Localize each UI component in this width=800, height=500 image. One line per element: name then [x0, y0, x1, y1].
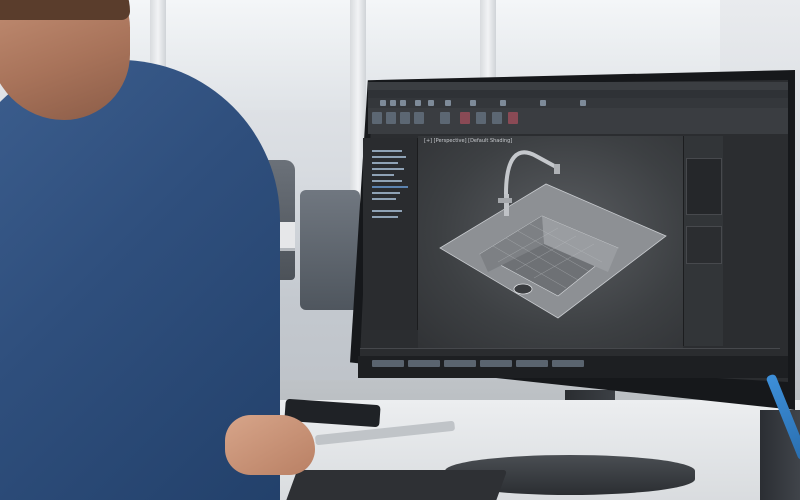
ribbon-tool-icon — [476, 112, 486, 124]
scene-explorer-panel — [363, 138, 418, 330]
command-panel-list — [686, 158, 722, 215]
scene-tree-item — [372, 198, 396, 200]
toolbar-tool-icon — [400, 100, 406, 106]
app-titlebar — [368, 82, 788, 90]
scene-tree-item — [372, 216, 398, 218]
ribbon-tool-icon — [508, 112, 518, 124]
scene-tree-item — [372, 186, 408, 188]
ribbon-tool-icon — [414, 112, 424, 124]
scene-tree-item — [372, 174, 394, 176]
toolbar-tool-icon — [428, 100, 434, 106]
command-panel-rollout — [686, 226, 722, 264]
right-side-panel — [723, 136, 783, 346]
taskbar-item — [516, 360, 548, 367]
toolbar-tool-icon — [540, 100, 546, 106]
scene-tree-item — [372, 180, 402, 182]
keyboard — [282, 470, 508, 500]
taskbar-item — [480, 360, 512, 367]
toolbar-tool-icon — [415, 100, 421, 106]
ribbon-tool-icon — [386, 112, 396, 124]
background-office-chair — [300, 190, 360, 310]
scene-tree-item — [372, 168, 404, 170]
ribbon-tool-icon — [460, 112, 470, 124]
sink-model-icon — [439, 150, 667, 319]
toolbar-tool-icon — [445, 100, 451, 106]
person-hand — [225, 415, 315, 475]
scene-tree-item — [372, 156, 406, 158]
office-photo-scene: [+] [Perspective] [Default Shading] — [0, 0, 800, 500]
scene-tree-item — [372, 162, 398, 164]
app-menubar — [368, 90, 788, 98]
toolbar-tool-icon — [380, 100, 386, 106]
ribbon-tool-icon — [372, 112, 382, 124]
taskbar-item — [444, 360, 476, 367]
ribbon-tool-icon — [400, 112, 410, 124]
ribbon-tool-icon — [492, 112, 502, 124]
taskbar-item — [372, 360, 404, 367]
scene-tree-item — [372, 210, 402, 212]
toolbar-tool-icon — [470, 100, 476, 106]
toolbar-tool-icon — [390, 100, 396, 106]
app-ribbon — [368, 108, 788, 134]
scene-tree-item — [372, 150, 402, 152]
toolbar-tool-icon — [500, 100, 506, 106]
ribbon-tool-icon — [440, 112, 450, 124]
toolbar-tool-icon — [580, 100, 586, 106]
taskbar-item — [408, 360, 440, 367]
scene-tree-item — [372, 192, 400, 194]
person-hair — [0, 0, 130, 20]
taskbar-item — [552, 360, 584, 367]
